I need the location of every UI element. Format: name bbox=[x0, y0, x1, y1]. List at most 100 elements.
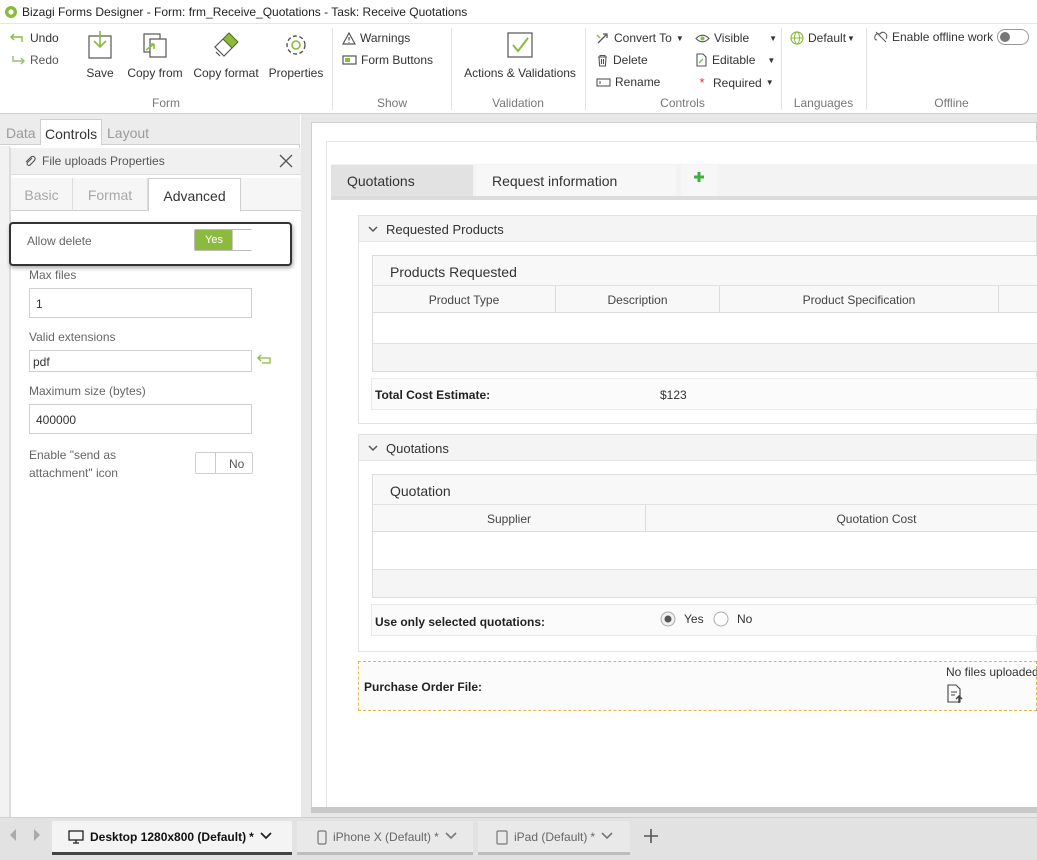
add-tab-button[interactable] bbox=[681, 165, 717, 196]
required-dropdown[interactable]: * Required ▼ bbox=[695, 75, 774, 90]
offline-icon bbox=[874, 31, 888, 43]
radio-yes[interactable]: Yes bbox=[660, 611, 704, 627]
tab-basic[interactable]: Basic bbox=[11, 178, 73, 211]
column-header[interactable]: Quotation Cost bbox=[646, 505, 1037, 532]
monitor-icon bbox=[68, 830, 84, 847]
globe-icon bbox=[790, 31, 804, 45]
copy-format-button[interactable]: Copy format bbox=[190, 30, 262, 80]
grid-header-row: Product Type Description Product Specifi… bbox=[373, 286, 1037, 313]
tab-layout[interactable]: Layout bbox=[103, 119, 153, 145]
radio-no[interactable]: No bbox=[713, 611, 752, 627]
paperclip-icon bbox=[24, 155, 36, 171]
copy-from-icon bbox=[140, 30, 170, 60]
tab-controls[interactable]: Controls bbox=[40, 119, 103, 145]
column-header[interactable]: Product Type bbox=[373, 286, 556, 313]
tab-data[interactable]: Data bbox=[2, 119, 40, 145]
close-icon[interactable] bbox=[278, 153, 294, 172]
enable-offline-toggle[interactable]: Enable offline work bbox=[874, 29, 1030, 45]
total-cost-value: $123 bbox=[660, 388, 687, 402]
valid-extensions-input[interactable]: pdf bbox=[29, 350, 252, 372]
device-tab-desktop[interactable]: Desktop 1280x800 (Default) * bbox=[52, 821, 292, 855]
purchase-order-file-control[interactable]: Purchase Order File: No files uploaded bbox=[358, 661, 1037, 711]
tab-quotations[interactable]: Quotations bbox=[331, 165, 473, 196]
warnings-button[interactable]: Warnings bbox=[341, 31, 410, 45]
editable-icon bbox=[695, 53, 708, 67]
chevron-down-icon[interactable] bbox=[445, 830, 457, 844]
toggle-knob bbox=[232, 230, 252, 250]
purchase-order-label: Purchase Order File: bbox=[364, 680, 483, 694]
save-icon bbox=[86, 30, 114, 60]
use-selected-row: Use only selected quotations: Yes No bbox=[371, 604, 1037, 636]
tab-format[interactable]: Format bbox=[73, 178, 148, 211]
redo-button[interactable]: Redo bbox=[10, 53, 59, 67]
actions-validations-button[interactable]: Actions & Validations bbox=[459, 30, 581, 80]
valid-extensions-label: Valid extensions bbox=[29, 330, 116, 344]
rename-button[interactable]: Rename bbox=[596, 75, 660, 89]
offline-switch[interactable] bbox=[997, 29, 1030, 45]
undo-arrow-icon[interactable] bbox=[257, 353, 273, 368]
column-header[interactable]: Supplier bbox=[373, 505, 646, 532]
copy-from-button[interactable]: Copy from bbox=[124, 30, 186, 80]
chevron-down-icon[interactable] bbox=[260, 830, 272, 844]
chevron-down-icon[interactable] bbox=[601, 830, 613, 844]
quotations-group: Quotations Quotation Supplier Quotation … bbox=[358, 434, 1037, 652]
chevron-down-icon: ▼ bbox=[769, 33, 778, 43]
radio-selected-icon bbox=[660, 611, 676, 627]
save-button[interactable]: Save bbox=[84, 30, 116, 80]
form-tabbar: Quotations Request information bbox=[331, 164, 1037, 200]
properties-panel: File uploads Properties Basic Format Adv… bbox=[9, 148, 301, 817]
max-files-label: Max files bbox=[29, 268, 77, 282]
column-header[interactable]: Product Specification bbox=[720, 286, 999, 313]
horizontal-scrollbar[interactable] bbox=[311, 807, 1037, 813]
scroll-left-icon[interactable] bbox=[8, 828, 18, 845]
device-tab-iphone[interactable]: iPhone X (Default) * bbox=[297, 821, 473, 855]
ribbon-toolbar: Undo Redo Save Copy from Copy format Pro… bbox=[0, 24, 1037, 114]
properties-button[interactable]: Properties bbox=[266, 30, 326, 80]
group-title: Quotations bbox=[386, 441, 449, 456]
convert-to-dropdown[interactable]: Convert To ▼ bbox=[596, 31, 684, 45]
max-files-input[interactable]: 1 bbox=[29, 288, 252, 318]
column-header[interactable]: Description bbox=[556, 286, 720, 313]
grid-title-bar: Products Requested bbox=[373, 256, 1037, 286]
toggle-value: No bbox=[229, 457, 245, 471]
allow-delete-row: Allow delete Yes bbox=[9, 222, 292, 266]
bizagi-logo-icon bbox=[4, 5, 18, 22]
toggle-knob bbox=[196, 453, 216, 473]
editable-dropdown[interactable]: Editable ▼ bbox=[695, 53, 775, 67]
group-header[interactable]: Quotations bbox=[359, 435, 1036, 461]
chevron-down-icon: ▼ bbox=[675, 33, 684, 43]
add-device-button[interactable] bbox=[642, 827, 660, 848]
chevron-down-icon: ▼ bbox=[767, 55, 776, 65]
products-grid: Products Requested Product Type Descript… bbox=[372, 255, 1037, 372]
warning-icon bbox=[341, 31, 357, 45]
toggle-value: Yes bbox=[205, 234, 223, 246]
allow-delete-toggle[interactable]: Yes bbox=[194, 229, 252, 251]
language-dropdown[interactable]: Default ▼ bbox=[790, 31, 855, 45]
grid-footer bbox=[373, 569, 1037, 597]
properties-title: File uploads Properties bbox=[42, 154, 165, 168]
tablet-icon bbox=[496, 830, 508, 848]
upload-file-icon[interactable] bbox=[946, 684, 964, 707]
send-attachment-toggle[interactable]: No bbox=[195, 452, 253, 474]
total-cost-label: Total Cost Estimate: bbox=[375, 388, 491, 402]
convert-icon bbox=[596, 32, 610, 45]
device-tab-ipad[interactable]: iPad (Default) * bbox=[478, 821, 630, 855]
plus-icon bbox=[644, 829, 658, 843]
tab-advanced[interactable]: Advanced bbox=[148, 178, 241, 212]
group-header[interactable]: Requested Products bbox=[359, 216, 1036, 242]
quotation-grid: Quotation Supplier Quotation Cost bbox=[372, 474, 1037, 598]
visible-dropdown[interactable]: Visible ▼ bbox=[695, 31, 777, 45]
tab-request-information[interactable]: Request information bbox=[476, 165, 676, 196]
form-buttons-button[interactable]: Form Buttons bbox=[342, 53, 433, 67]
scroll-right-icon[interactable] bbox=[32, 828, 42, 845]
chevron-down-icon: ▼ bbox=[765, 78, 774, 87]
max-size-input[interactable]: 400000 bbox=[29, 404, 252, 434]
grid-title: Quotation bbox=[390, 483, 451, 499]
delete-button[interactable]: Delete bbox=[596, 53, 648, 67]
grid-header-row: Supplier Quotation Cost bbox=[373, 505, 1037, 532]
gear-icon bbox=[281, 30, 311, 60]
requested-products-group: Requested Products Products Requested Pr… bbox=[358, 215, 1037, 424]
rename-icon bbox=[596, 77, 611, 88]
asterisk-icon: * bbox=[699, 75, 705, 90]
undo-button[interactable]: Undo bbox=[10, 31, 59, 45]
